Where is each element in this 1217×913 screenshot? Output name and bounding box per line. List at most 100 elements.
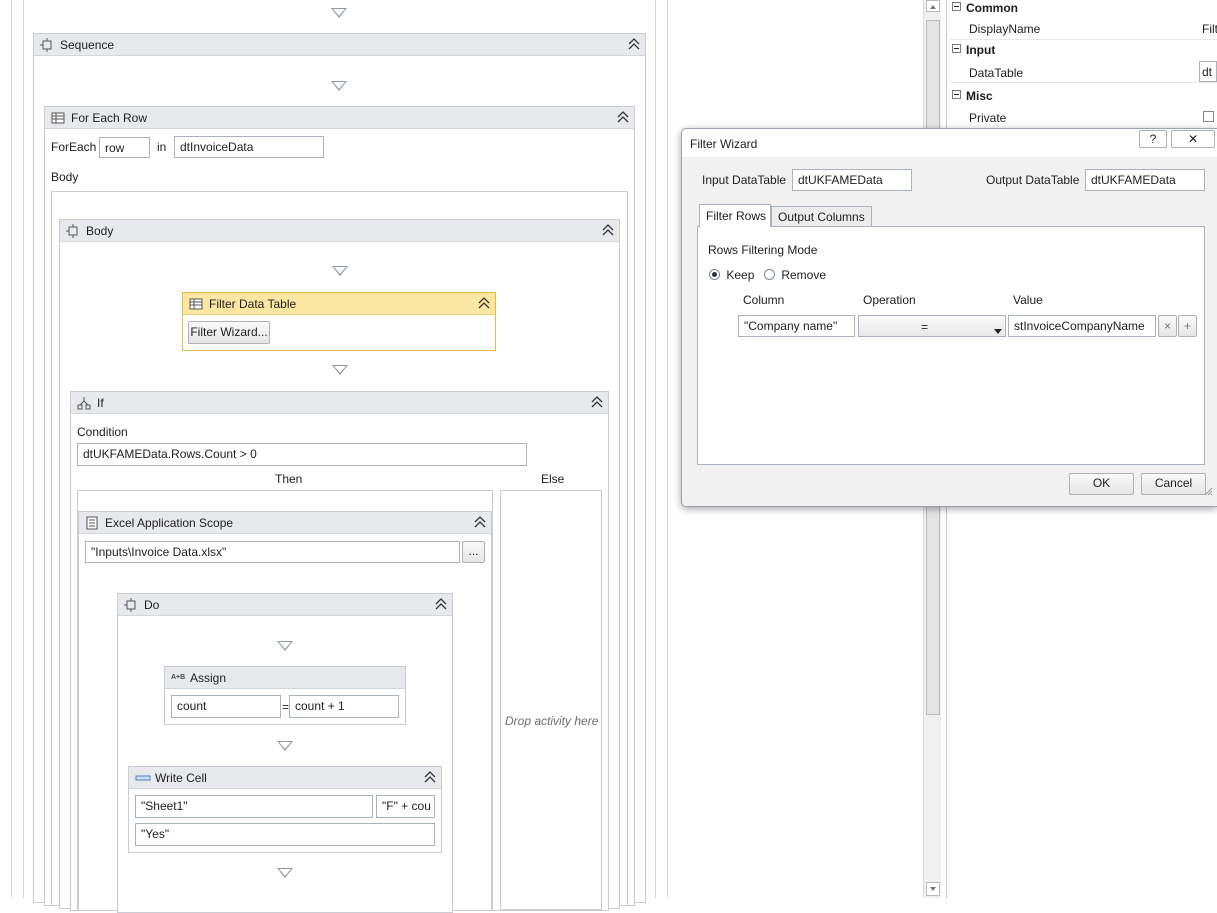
filter-data-table-title: Filter Data Table (209, 296, 297, 311)
else-drop-zone[interactable]: Drop activity here (500, 490, 602, 910)
datatable-icon (189, 297, 203, 311)
filter-wizard-button[interactable]: Filter Wizard... (188, 321, 270, 344)
output-datatable-label: Output DataTable (986, 173, 1080, 187)
datatable-icon (51, 111, 65, 125)
in-label: in (157, 140, 167, 154)
input-datatable-field[interactable]: dtUKFAMEData (792, 169, 912, 191)
for-each-row-header[interactable]: For Each Row (45, 107, 634, 129)
sheet-name-input[interactable]: "Sheet1" (135, 795, 373, 818)
dropdown-arrow-icon (994, 324, 1002, 338)
property-row[interactable]: DataTable dt (950, 61, 1217, 83)
remove-row-button[interactable]: × (1158, 315, 1177, 337)
drop-arrow-icon[interactable] (331, 81, 347, 91)
drop-arrow-icon[interactable] (332, 266, 348, 276)
collapse-icon[interactable] (435, 597, 447, 611)
foreach-collection-input[interactable]: dtInvoiceData (174, 136, 324, 158)
else-placeholder: Drop activity here (505, 714, 599, 728)
collapse-icon[interactable] (478, 296, 490, 310)
property-row[interactable]: DisplayName Filt (950, 18, 1217, 40)
collapse-icon[interactable] (617, 110, 629, 124)
property-name: DataTable (969, 66, 1024, 80)
if-icon (77, 396, 91, 410)
filter-column-input[interactable]: "Company name" (738, 315, 855, 337)
add-row-button[interactable]: + (1178, 315, 1197, 337)
filter-data-table-header[interactable]: Filter Data Table (183, 293, 495, 315)
property-name: DisplayName (969, 22, 1041, 36)
collapse-icon[interactable] (591, 395, 603, 409)
property-row[interactable]: Private (950, 106, 1217, 128)
assign-icon: A+B (171, 674, 186, 681)
sequence-header[interactable]: Sequence (34, 34, 645, 56)
remove-radio[interactable]: Remove (764, 268, 826, 282)
tab-panel (697, 226, 1205, 465)
property-value-input[interactable]: dt (1199, 61, 1217, 82)
category-input[interactable]: Input (950, 41, 1217, 63)
assign-value-input[interactable]: count + 1 (289, 695, 399, 718)
assign-title: Assign (190, 670, 227, 685)
body-title: Body (86, 223, 114, 238)
close-button[interactable]: ✕ (1171, 130, 1215, 148)
drop-arrow-icon[interactable] (277, 741, 293, 751)
collapse-icon[interactable] (474, 515, 486, 529)
do-header[interactable]: Do (118, 594, 452, 616)
input-datatable-label: Input DataTable (702, 173, 787, 187)
tab-filter-rows[interactable]: Filter Rows (699, 204, 771, 227)
cell-range-input[interactable]: "F" + cou (376, 795, 435, 818)
category-misc[interactable]: Misc (950, 86, 1217, 108)
if-title: If (97, 395, 104, 410)
cancel-button[interactable]: Cancel (1141, 473, 1206, 495)
category-name: Input (966, 43, 996, 57)
property-value[interactable]: Filt (1202, 22, 1217, 36)
foreach-item-input[interactable]: row (99, 137, 150, 158)
category-name: Misc (966, 89, 993, 103)
scroll-up-icon[interactable] (926, 0, 940, 12)
cell-value-input[interactable]: "Yes" (135, 823, 435, 846)
body-header[interactable]: Body (60, 220, 619, 242)
drop-arrow-icon[interactable] (332, 365, 348, 375)
write-cell-header[interactable]: Write Cell (129, 767, 441, 789)
drop-arrow-icon[interactable] (277, 641, 293, 651)
operation-header: Operation (863, 293, 916, 307)
if-header[interactable]: If (71, 392, 608, 414)
assign-to-input[interactable]: count (171, 695, 281, 718)
collapse-category-icon[interactable] (952, 44, 961, 53)
filter-value-input[interactable]: stInvoiceCompanyName (1008, 315, 1156, 337)
collapse-icon[interactable] (628, 37, 640, 51)
output-datatable-field[interactable]: dtUKFAMEData (1085, 169, 1205, 191)
drop-arrow-icon[interactable] (277, 868, 293, 878)
collapse-category-icon[interactable] (952, 2, 961, 11)
then-label: Then (275, 472, 303, 486)
sequence-icon (124, 597, 138, 612)
sequence-title: Sequence (60, 37, 115, 52)
workbook-path-input[interactable]: "Inputs\Invoice Data.xlsx" (85, 541, 460, 563)
column-header: Column (743, 293, 785, 307)
resize-grip-icon[interactable] (1203, 485, 1213, 496)
drop-arrow-icon[interactable] (331, 8, 347, 18)
browse-button[interactable]: ... (462, 541, 485, 563)
dialog-titlebar[interactable]: Filter Wizard ? ✕ (682, 129, 1217, 157)
for-each-row-title: For Each Row (71, 110, 148, 125)
filter-operation-select[interactable]: = (858, 315, 1006, 337)
sequence-icon (40, 37, 54, 52)
operation-value: = (921, 320, 929, 334)
category-common[interactable]: Common (950, 0, 1217, 16)
private-checkbox[interactable] (1203, 111, 1214, 122)
collapse-category-icon[interactable] (952, 90, 961, 99)
sequence-icon (66, 223, 80, 238)
assign-header[interactable]: A+B Assign (165, 667, 405, 689)
write-cell-icon (135, 771, 151, 785)
collapse-icon[interactable] (602, 223, 614, 237)
collapse-icon[interactable] (424, 770, 436, 784)
do-title: Do (144, 597, 160, 612)
condition-input[interactable]: dtUKFAMEData.Rows.Count > 0 (77, 443, 527, 466)
remove-label: Remove (781, 268, 827, 282)
keep-radio[interactable]: Keep (709, 268, 754, 282)
ok-button[interactable]: OK (1069, 473, 1134, 495)
help-button[interactable]: ? (1139, 130, 1167, 148)
tab-output-columns[interactable]: Output Columns (771, 206, 872, 226)
excel-scope-header[interactable]: Excel Application Scope (79, 512, 491, 534)
body-label: Body (51, 170, 79, 184)
scroll-down-icon[interactable] (926, 882, 940, 896)
tab-label: Output Columns (778, 210, 865, 224)
dialog-title: Filter Wizard (690, 137, 758, 151)
